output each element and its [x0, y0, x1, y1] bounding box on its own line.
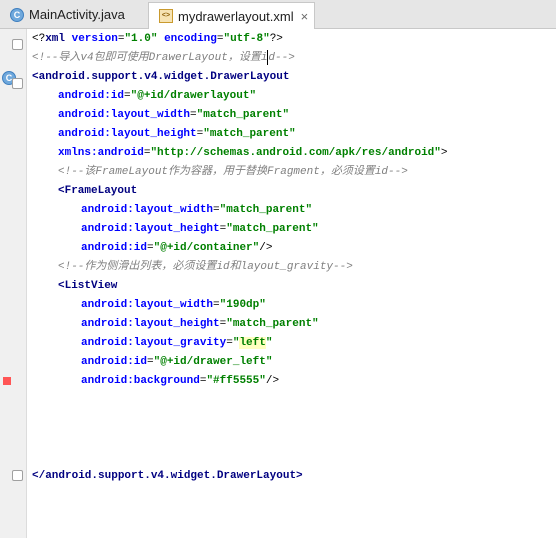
code-line-5: android:layout_width="match_parent" [58, 109, 290, 121]
code-line-8: <!--该FrameLayout作为容器，用于替换Fragment，必须设置id… [58, 166, 408, 178]
fold-icon[interactable] [12, 78, 23, 89]
color-swatch-icon [3, 377, 11, 385]
fold-icon[interactable] [12, 39, 23, 50]
code-line-10: android:layout_width="match_parent" [81, 204, 313, 216]
tab-main-activity[interactable]: C MainActivity.java [0, 2, 147, 27]
editor-tab-bar: C MainActivity.java <> mydrawerlayout.xm… [0, 0, 556, 29]
editor-gutter[interactable] [0, 29, 26, 538]
code-line-16: android:layout_height="match_parent" [81, 318, 319, 330]
tab-label: MainActivity.java [29, 7, 125, 22]
code-line-17: android:layout_gravity="left" [81, 337, 273, 349]
code-line-7: xmlns:android="http://schemas.android.co… [58, 147, 448, 159]
code-line-4: android:id="@+id/drawerlayout" [58, 90, 257, 102]
xml-file-icon: <> [159, 9, 173, 23]
code-line-15: android:layout_width="190dp" [81, 299, 266, 311]
code-line-12: android:id="@+id/container"/> [81, 242, 273, 254]
code-line-19: android:background="#ff5555"/> [81, 375, 280, 387]
code-line-2: <!--导入v4包即可使用DrawerLayout，设置id--> [32, 49, 295, 68]
code-line-13: <!--作为侧滑出列表，必须设置id和layout_gravity--> [58, 261, 353, 273]
code-editor[interactable]: <?xml version="1.0" encoding="utf-8"?> <… [32, 29, 556, 538]
code-line-20: </android.support.v4.widget.DrawerLayout… [32, 470, 303, 482]
tab-label: mydrawerlayout.xml [178, 8, 294, 24]
code-line-1: <?xml version="1.0" encoding="utf-8"?> [32, 33, 283, 45]
code-line-18: android:id="@+id/drawer_left" [81, 356, 273, 368]
code-line-9: <FrameLayout [58, 185, 138, 197]
gutter-divider [26, 29, 27, 538]
tab-mydrawerlayout[interactable]: <> mydrawerlayout.xml × [148, 2, 315, 29]
code-line-14: <ListView [58, 280, 118, 292]
fold-icon[interactable] [12, 470, 23, 481]
code-line-6: android:layout_height="match_parent" [58, 128, 296, 140]
class-icon: C [10, 7, 24, 22]
close-icon[interactable]: × [301, 9, 309, 24]
code-line-11: android:layout_height="match_parent" [81, 223, 319, 235]
code-line-3: <android.support.v4.widget.DrawerLayout [32, 71, 290, 83]
